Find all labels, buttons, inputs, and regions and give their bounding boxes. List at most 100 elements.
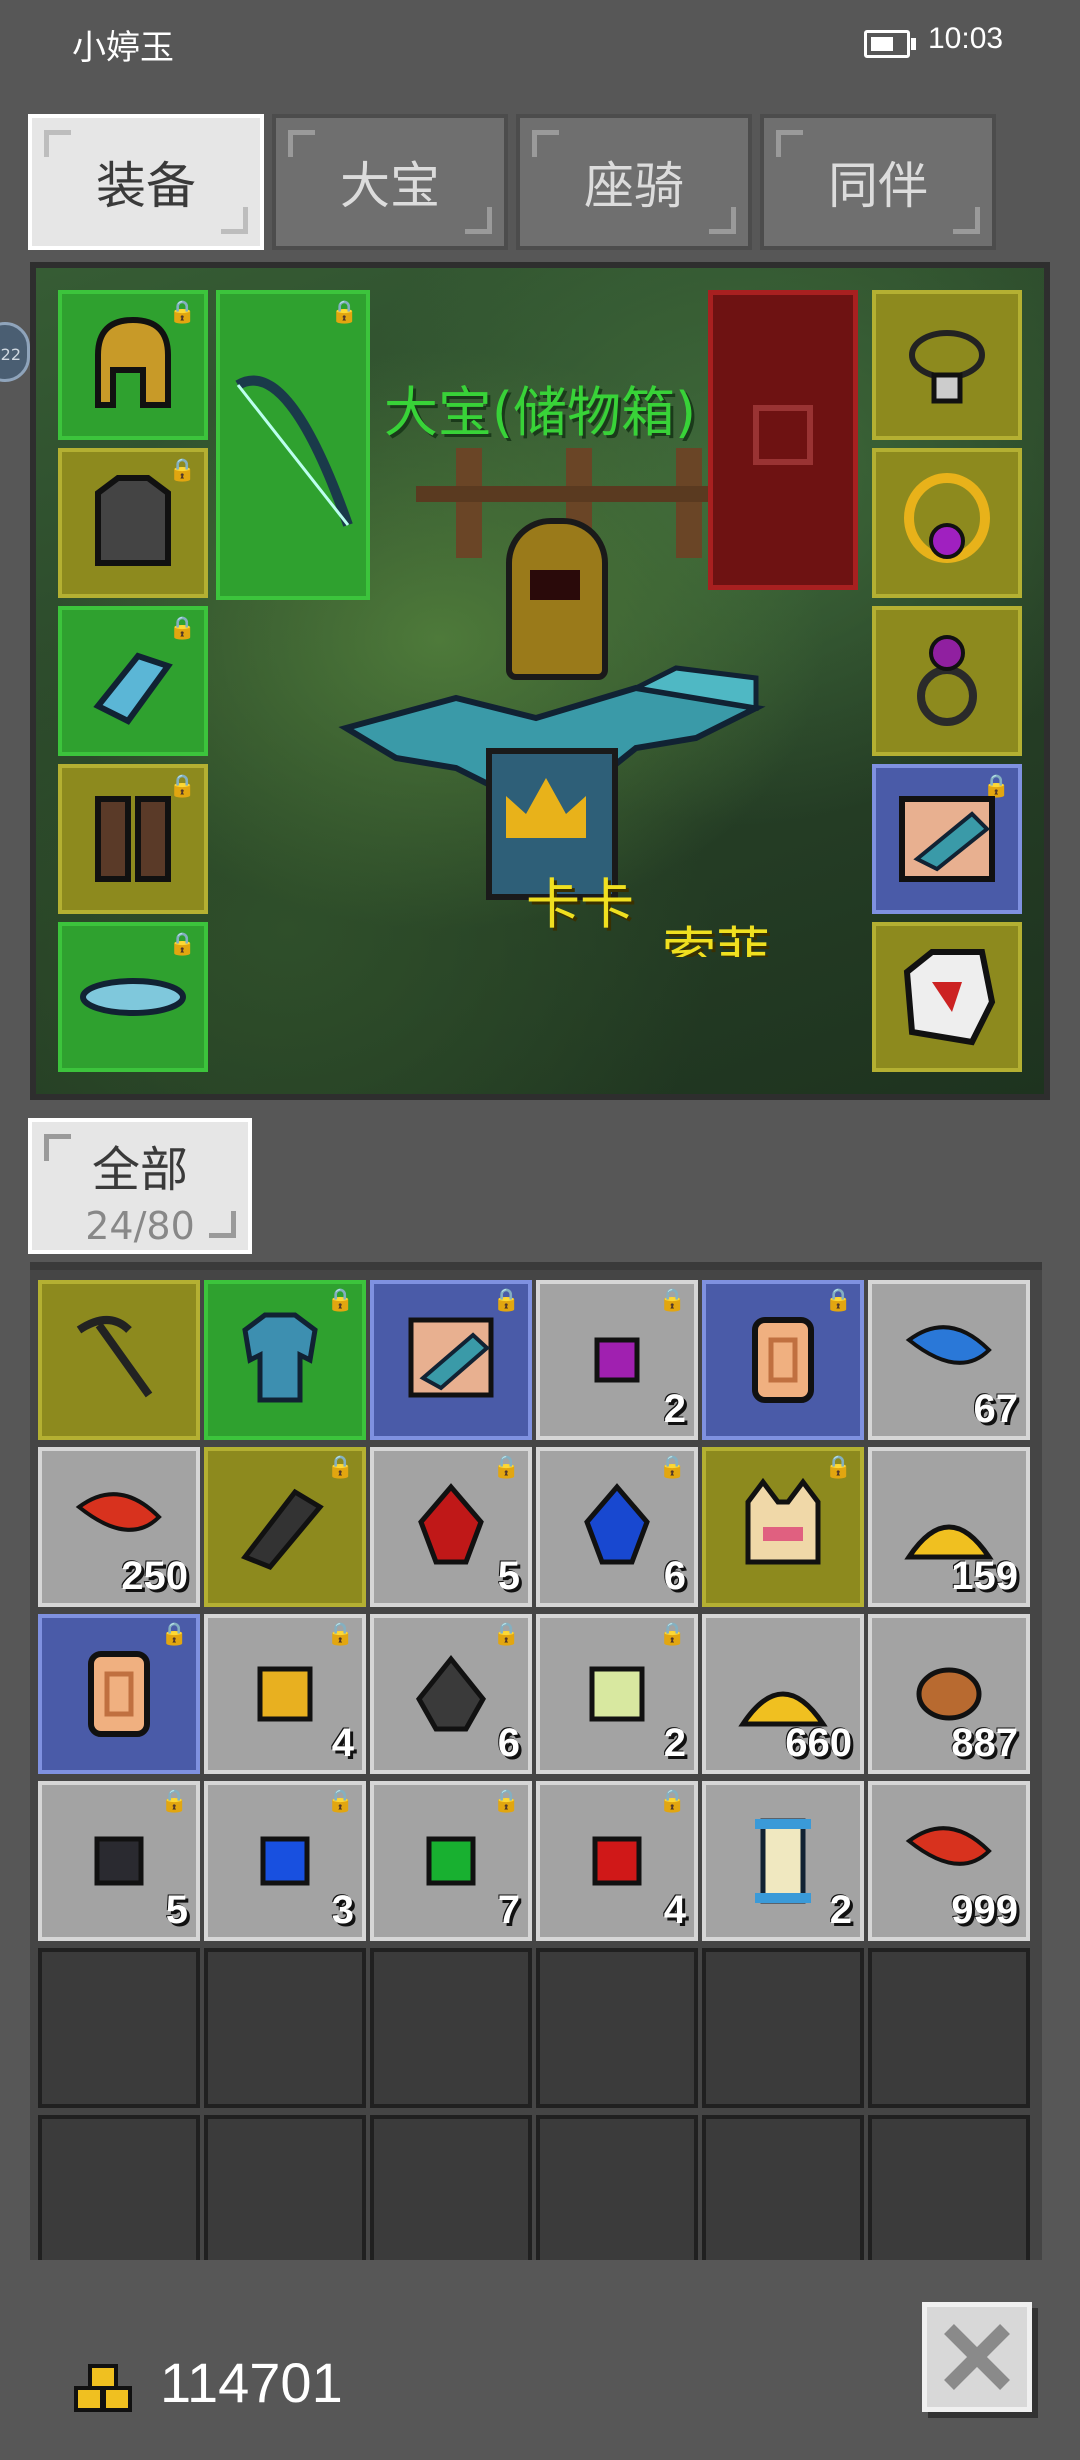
- inventory-slot[interactable]: 🔒 5: [370, 1447, 532, 1607]
- scroll-icon: [755, 1818, 811, 1904]
- inventory-slot[interactable]: 159: [868, 1447, 1030, 1607]
- inventory-slot[interactable]: 2: [702, 1781, 864, 1941]
- empty-inventory-slot[interactable]: [38, 2115, 200, 2260]
- inventory-slot[interactable]: 🔒 4: [204, 1614, 366, 1774]
- lock-icon: 🔒: [160, 1789, 188, 1814]
- dark-ore-icon: [415, 1654, 487, 1732]
- mount-scroll-icon: [408, 1317, 494, 1398]
- companion-name-suofei: 索菲: [662, 921, 770, 984]
- mount-scroll-icon: [899, 796, 995, 882]
- clock: 10:03: [928, 22, 1004, 55]
- empty-inventory-slot[interactable]: [868, 1948, 1030, 2108]
- amulet-icon: [904, 473, 990, 563]
- item-count: 999: [951, 1888, 1018, 1932]
- lock-icon: 🔒: [492, 1789, 520, 1814]
- slot-helmet[interactable]: 🔒: [58, 290, 208, 440]
- belt-icon: [80, 978, 186, 1016]
- item-count: 7: [497, 1888, 520, 1932]
- item-count: 2: [829, 1888, 852, 1932]
- inventory-slot[interactable]: 🔒 6: [370, 1614, 532, 1774]
- pickaxe-icon: [76, 1316, 153, 1398]
- slot-armor[interactable]: 🔒: [58, 448, 208, 598]
- empty-inventory-slot[interactable]: [204, 1948, 366, 2108]
- empty-inventory-slot[interactable]: [702, 2115, 864, 2260]
- inventory-slot[interactable]: 🔒 2: [536, 1280, 698, 1440]
- inventory-slot[interactable]: 887: [868, 1614, 1030, 1774]
- inventory-slot[interactable]: 🔒 5: [38, 1781, 200, 1941]
- tab-equipment[interactable]: 装备: [28, 114, 264, 250]
- item-count: 5: [165, 1888, 188, 1932]
- lock-icon: 🔒: [658, 1288, 686, 1313]
- ruby-icon: [592, 1836, 642, 1886]
- slot-weapon[interactable]: 🔒: [216, 290, 370, 600]
- inventory-slot[interactable]: [38, 1280, 200, 1440]
- gold-ore-icon: [257, 1666, 313, 1722]
- slot-pet[interactable]: [872, 922, 1022, 1072]
- lock-icon: 🔒: [168, 932, 196, 957]
- close-button[interactable]: [922, 2302, 1032, 2412]
- empty-inventory-slot[interactable]: [204, 2115, 366, 2260]
- blue-crystal-icon: [584, 1483, 650, 1565]
- inventory-slot[interactable]: 🔒: [204, 1280, 366, 1440]
- inventory-slot[interactable]: 🔒: [702, 1447, 864, 1607]
- inventory-slot[interactable]: 660: [702, 1614, 864, 1774]
- status-bar: 小婷玉 10:03: [0, 0, 1080, 90]
- item-count: 887: [951, 1721, 1018, 1765]
- inventory-slot[interactable]: 🔒: [38, 1614, 200, 1774]
- inventory-slot[interactable]: 🔒: [702, 1280, 864, 1440]
- armor-icon: [95, 475, 171, 566]
- item-count: 6: [497, 1721, 520, 1765]
- lock-icon: 🔒: [658, 1455, 686, 1480]
- empty-inventory-slot[interactable]: [536, 2115, 698, 2260]
- pet-mask-icon: [903, 949, 996, 1046]
- slot-boots[interactable]: 🔒: [58, 764, 208, 914]
- lock-icon: 🔒: [326, 1789, 354, 1814]
- gold-amount: 114701: [160, 2351, 343, 2414]
- lock-icon: 🔒: [492, 1288, 520, 1313]
- lock-icon: 🔒: [824, 1455, 852, 1480]
- battery-icon: [864, 30, 916, 58]
- lock-icon: 🔒: [326, 1288, 354, 1313]
- tab-companion[interactable]: 同伴: [760, 114, 996, 250]
- slot-necklace[interactable]: [872, 290, 1022, 440]
- inventory-slot[interactable]: 🔒 2: [536, 1614, 698, 1774]
- slot-amulet[interactable]: [872, 448, 1022, 598]
- inventory-slot[interactable]: 67: [868, 1280, 1030, 1440]
- side-handle[interactable]: 22: [0, 322, 30, 382]
- empty-inventory-slot[interactable]: [868, 2115, 1030, 2260]
- footer: 114701: [0, 2280, 1080, 2460]
- empty-inventory-slot[interactable]: [38, 1948, 200, 2108]
- inventory-slot[interactable]: 🔒 6: [536, 1447, 698, 1607]
- item-count: 2: [663, 1387, 686, 1431]
- empty-inventory-slot[interactable]: [536, 1948, 698, 2108]
- hero-helmet: [506, 518, 608, 680]
- empty-inventory-slot[interactable]: [370, 2115, 532, 2260]
- inventory-slot[interactable]: 🔒 4: [536, 1781, 698, 1941]
- lock-icon: 🔒: [658, 1622, 686, 1647]
- cat-pet-icon: [745, 1477, 821, 1565]
- item-count: 4: [663, 1888, 686, 1932]
- lock-icon: 🔒: [326, 1622, 354, 1647]
- slot-mount-scroll[interactable]: 🔒: [872, 764, 1022, 914]
- slot-gauntlet[interactable]: 🔒: [58, 606, 208, 756]
- emerald-icon: [426, 1836, 476, 1886]
- inventory-grid: 🔒 🔒 🔒 2 🔒 67 250 🔒 🔒 5 🔒 6 🔒 159 🔒 🔒 4 🔒 6 🔒 2 660 887 🔒 5 🔒 3 🔒 7 🔒 4…: [30, 1262, 1042, 2260]
- slot-belt[interactable]: 🔒: [58, 922, 208, 1072]
- inventory-slot[interactable]: 🔒: [370, 1280, 532, 1440]
- tab-mount[interactable]: 座骑: [516, 114, 752, 250]
- inventory-slot[interactable]: 🔒 3: [204, 1781, 366, 1941]
- lock-icon: 🔒: [326, 1455, 354, 1480]
- slot-ring[interactable]: [872, 606, 1022, 756]
- ring-icon: [917, 635, 977, 726]
- bow-icon: [235, 375, 353, 527]
- inventory-slot[interactable]: 🔒 7: [370, 1781, 532, 1941]
- boots-icon: [95, 796, 171, 882]
- empty-inventory-slot[interactable]: [702, 1948, 864, 2108]
- inventory-slot[interactable]: 999: [868, 1781, 1030, 1941]
- filter-all-tab[interactable]: 全部 24/80: [28, 1118, 252, 1254]
- inventory-slot[interactable]: 🔒: [204, 1447, 366, 1607]
- empty-inventory-slot[interactable]: [370, 1948, 532, 2108]
- inventory-slot[interactable]: 250: [38, 1447, 200, 1607]
- lock-icon: 🔒: [824, 1288, 852, 1313]
- tab-dabao[interactable]: 大宝: [272, 114, 508, 250]
